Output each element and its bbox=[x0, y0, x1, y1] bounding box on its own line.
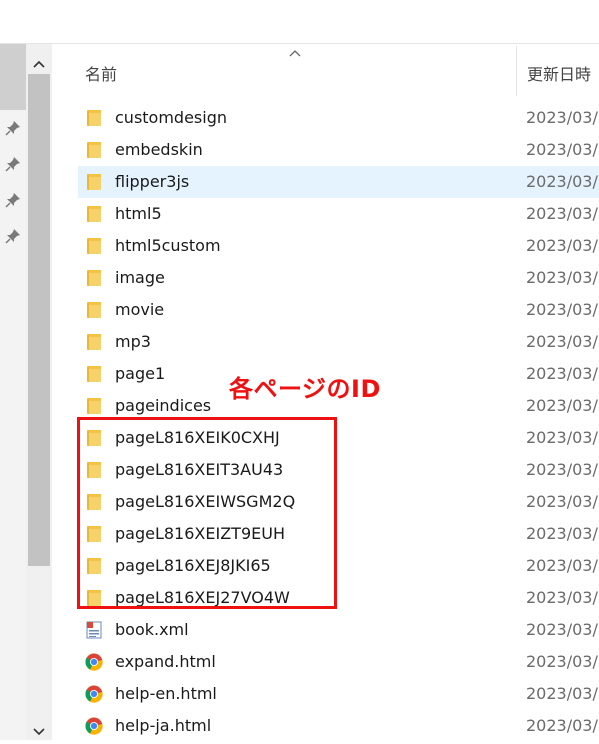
file-name: embedskin bbox=[115, 140, 203, 159]
file-name: help-en.html bbox=[115, 684, 217, 703]
file-date-modified: 2023/03/ bbox=[526, 108, 598, 127]
folder-icon bbox=[85, 397, 103, 415]
scroll-up-icon[interactable] bbox=[26, 52, 52, 76]
file-date-modified: 2023/03/ bbox=[526, 396, 598, 415]
column-header-name[interactable]: 名前 bbox=[85, 61, 117, 85]
file-date-modified: 2023/03/ bbox=[526, 620, 598, 639]
pin-icon[interactable] bbox=[5, 192, 21, 208]
header-divider bbox=[0, 43, 599, 44]
sort-ascending-icon bbox=[289, 50, 301, 57]
file-row[interactable]: book.xml 2023/03/ bbox=[78, 614, 599, 646]
file-date-modified: 2023/03/ bbox=[526, 140, 598, 159]
file-date-modified: 2023/03/ bbox=[526, 364, 598, 383]
file-row[interactable]: flipper3js 2023/03/ bbox=[78, 166, 599, 198]
folder-icon bbox=[85, 301, 103, 319]
file-name: help-ja.html bbox=[115, 716, 212, 735]
file-row[interactable]: html5 2023/03/ bbox=[78, 198, 599, 230]
file-date-modified: 2023/03/ bbox=[526, 652, 598, 671]
folder-icon bbox=[85, 109, 103, 127]
file-row[interactable]: html5custom 2023/03/ bbox=[78, 230, 599, 262]
annotation-label: 各ページのID bbox=[229, 375, 381, 403]
file-date-modified: 2023/03/ bbox=[526, 172, 598, 191]
file-name: movie bbox=[115, 300, 165, 319]
chrome-html-icon bbox=[85, 653, 103, 671]
column-separator[interactable] bbox=[516, 46, 517, 96]
annotation-highlight-box bbox=[77, 417, 337, 609]
file-row[interactable]: embedskin 2023/03/ bbox=[78, 134, 599, 166]
file-row[interactable]: help-en.html 2023/03/ bbox=[78, 678, 599, 710]
file-date-modified: 2023/03/ bbox=[526, 236, 598, 255]
pin-icon[interactable] bbox=[5, 156, 21, 172]
file-name: customdesign bbox=[115, 108, 227, 127]
file-name: book.xml bbox=[115, 620, 189, 639]
file-name: image bbox=[115, 268, 165, 287]
file-date-modified: 2023/03/ bbox=[526, 428, 598, 447]
folder-icon bbox=[85, 365, 103, 383]
chrome-html-icon bbox=[85, 685, 103, 703]
file-row[interactable]: image 2023/03/ bbox=[78, 262, 599, 294]
file-date-modified: 2023/03/ bbox=[526, 300, 598, 319]
file-date-modified: 2023/03/ bbox=[526, 556, 598, 575]
file-name: pageindices bbox=[115, 396, 212, 415]
file-name: flipper3js bbox=[115, 172, 190, 191]
file-name: page1 bbox=[115, 364, 166, 383]
file-name: mp3 bbox=[115, 332, 151, 351]
file-name: html5custom bbox=[115, 236, 221, 255]
folder-icon bbox=[85, 237, 103, 255]
navigation-pane[interactable] bbox=[0, 44, 26, 740]
scroll-thumb[interactable] bbox=[28, 74, 50, 566]
file-date-modified: 2023/03/ bbox=[526, 588, 598, 607]
folder-icon bbox=[85, 205, 103, 223]
file-row[interactable]: help-ja.html 2023/03/ bbox=[78, 710, 599, 742]
nav-selected-item[interactable] bbox=[0, 44, 26, 110]
folder-icon bbox=[85, 333, 103, 351]
chrome-html-icon bbox=[85, 717, 103, 735]
file-date-modified: 2023/03/ bbox=[526, 524, 598, 543]
folder-icon bbox=[85, 269, 103, 287]
folder-icon bbox=[85, 173, 103, 191]
file-date-modified: 2023/03/ bbox=[526, 268, 598, 287]
column-header-date-modified[interactable]: 更新日時 bbox=[527, 61, 591, 85]
folder-icon bbox=[85, 141, 103, 159]
file-name: html5 bbox=[115, 204, 162, 223]
file-date-modified: 2023/03/ bbox=[526, 332, 598, 351]
file-row[interactable]: expand.html 2023/03/ bbox=[78, 646, 599, 678]
file-date-modified: 2023/03/ bbox=[526, 492, 598, 511]
xml-file-icon bbox=[85, 621, 103, 639]
file-row[interactable]: customdesign 2023/03/ bbox=[78, 102, 599, 134]
file-date-modified: 2023/03/ bbox=[526, 460, 598, 479]
scroll-down-icon[interactable] bbox=[26, 720, 52, 744]
pin-icon[interactable] bbox=[5, 228, 21, 244]
file-row[interactable]: movie 2023/03/ bbox=[78, 294, 599, 326]
file-name: expand.html bbox=[115, 652, 216, 671]
file-date-modified: 2023/03/ bbox=[526, 204, 598, 223]
file-date-modified: 2023/03/ bbox=[526, 684, 598, 703]
pin-icon[interactable] bbox=[5, 120, 21, 136]
file-row[interactable]: mp3 2023/03/ bbox=[78, 326, 599, 358]
file-date-modified: 2023/03/ bbox=[526, 716, 598, 735]
